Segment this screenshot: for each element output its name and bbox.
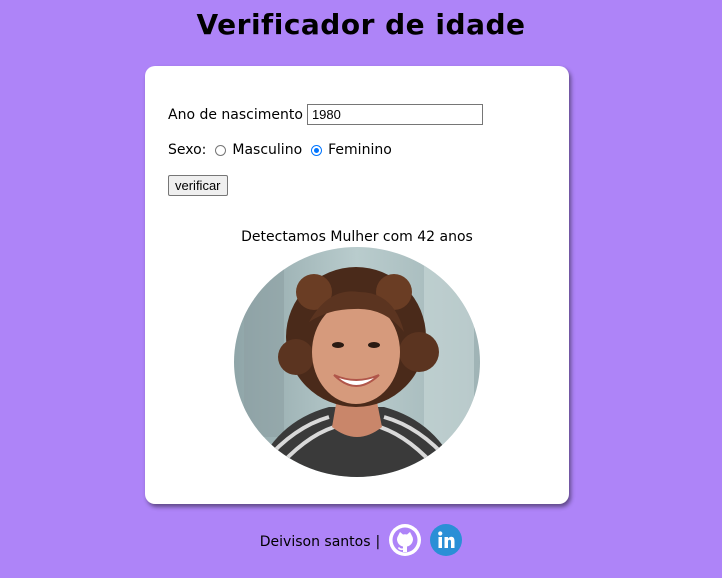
- github-icon[interactable]: [389, 524, 422, 560]
- linkedin-icon[interactable]: [430, 524, 463, 560]
- form-card: Ano de nascimento Sexo: Masculino Femini…: [145, 66, 569, 504]
- author-name: Deivison santos: [259, 534, 371, 550]
- sex-label: Sexo:: [168, 142, 207, 158]
- footer-separator: |: [375, 534, 381, 550]
- radio-feminino-label[interactable]: Feminino: [328, 142, 392, 158]
- footer: Deivison santos |: [0, 524, 722, 560]
- birth-year-label: Ano de nascimento: [168, 106, 303, 123]
- sex-row: Sexo: Masculino Feminino: [168, 142, 392, 158]
- radio-masculino[interactable]: [215, 144, 227, 156]
- page-title: Verificador de idade: [196, 8, 526, 41]
- birth-year-input[interactable]: [306, 104, 483, 125]
- result-text: Detectamos Mulher com 42 anos: [241, 229, 473, 245]
- verify-button[interactable]: verificar: [168, 175, 228, 196]
- birth-year-row: Ano de nascimento: [168, 104, 483, 125]
- radio-masculino-label[interactable]: Masculino: [232, 142, 302, 158]
- portrait-photo: [234, 247, 480, 477]
- radio-feminino[interactable]: [311, 144, 323, 156]
